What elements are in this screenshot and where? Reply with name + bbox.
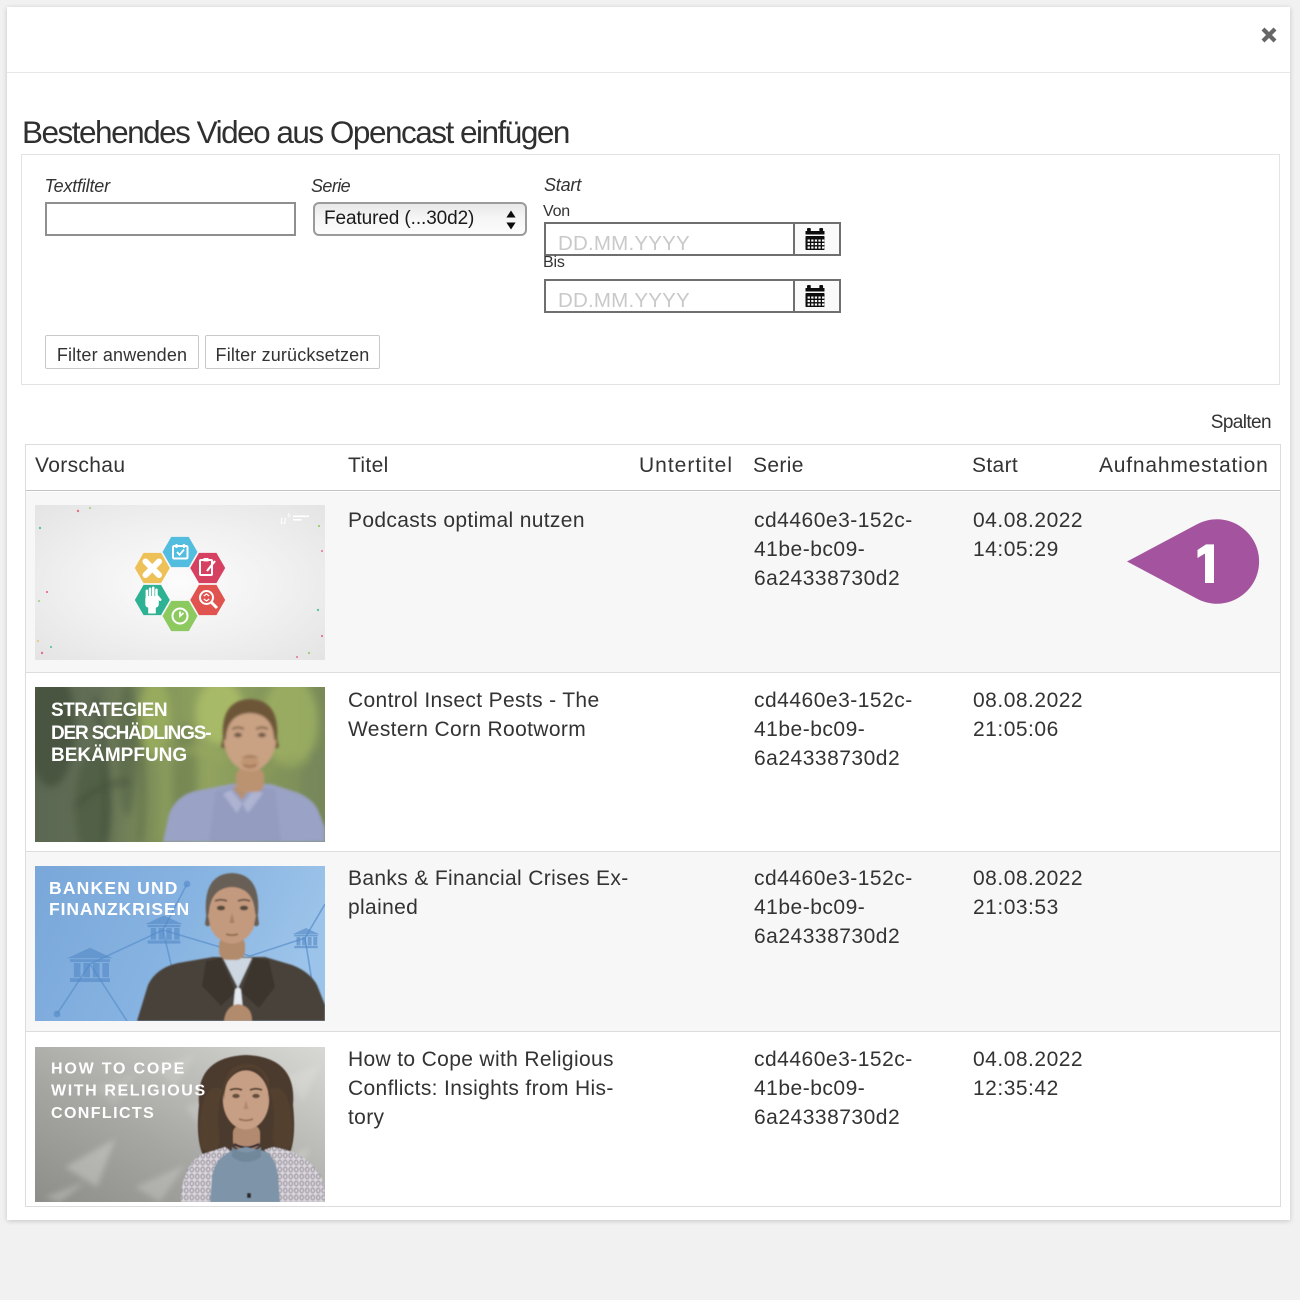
svg-text:u: u [280, 512, 287, 527]
svg-text:WITH RELIGIOUS: WITH RELIGIOUS [51, 1083, 207, 1100]
svg-text:DER SCHÄDLINGS-: DER SCHÄDLINGS- [51, 723, 211, 744]
svg-text:CONFLICTS: CONFLICTS [51, 1105, 155, 1122]
svg-text:BEKÄMPFUNG: BEKÄMPFUNG [51, 745, 187, 766]
svg-text:STRATEGIEN: STRATEGIEN [51, 700, 167, 721]
svg-text:BANKEN UND: BANKEN UND [49, 878, 179, 898]
svg-text:FINANZKRISEN: FINANZKRISEN [49, 899, 190, 919]
svg-text:HOW TO COPE: HOW TO COPE [51, 1061, 186, 1078]
